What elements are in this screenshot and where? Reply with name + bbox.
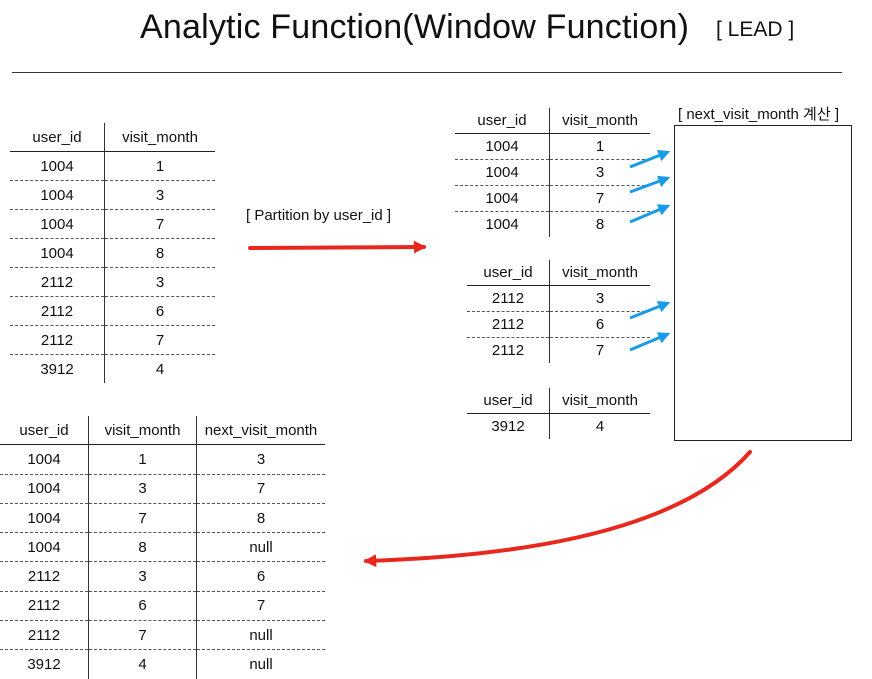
lead-arrow: [629, 300, 671, 320]
lead-arrow: [629, 175, 671, 194]
lead-arrow: [629, 204, 671, 224]
arrows-layer: [248, 149, 752, 568]
lead-arrow: [629, 149, 671, 169]
lead-arrow: [629, 332, 671, 352]
partition-arrow: [248, 240, 427, 254]
result-arrow: [363, 450, 752, 568]
